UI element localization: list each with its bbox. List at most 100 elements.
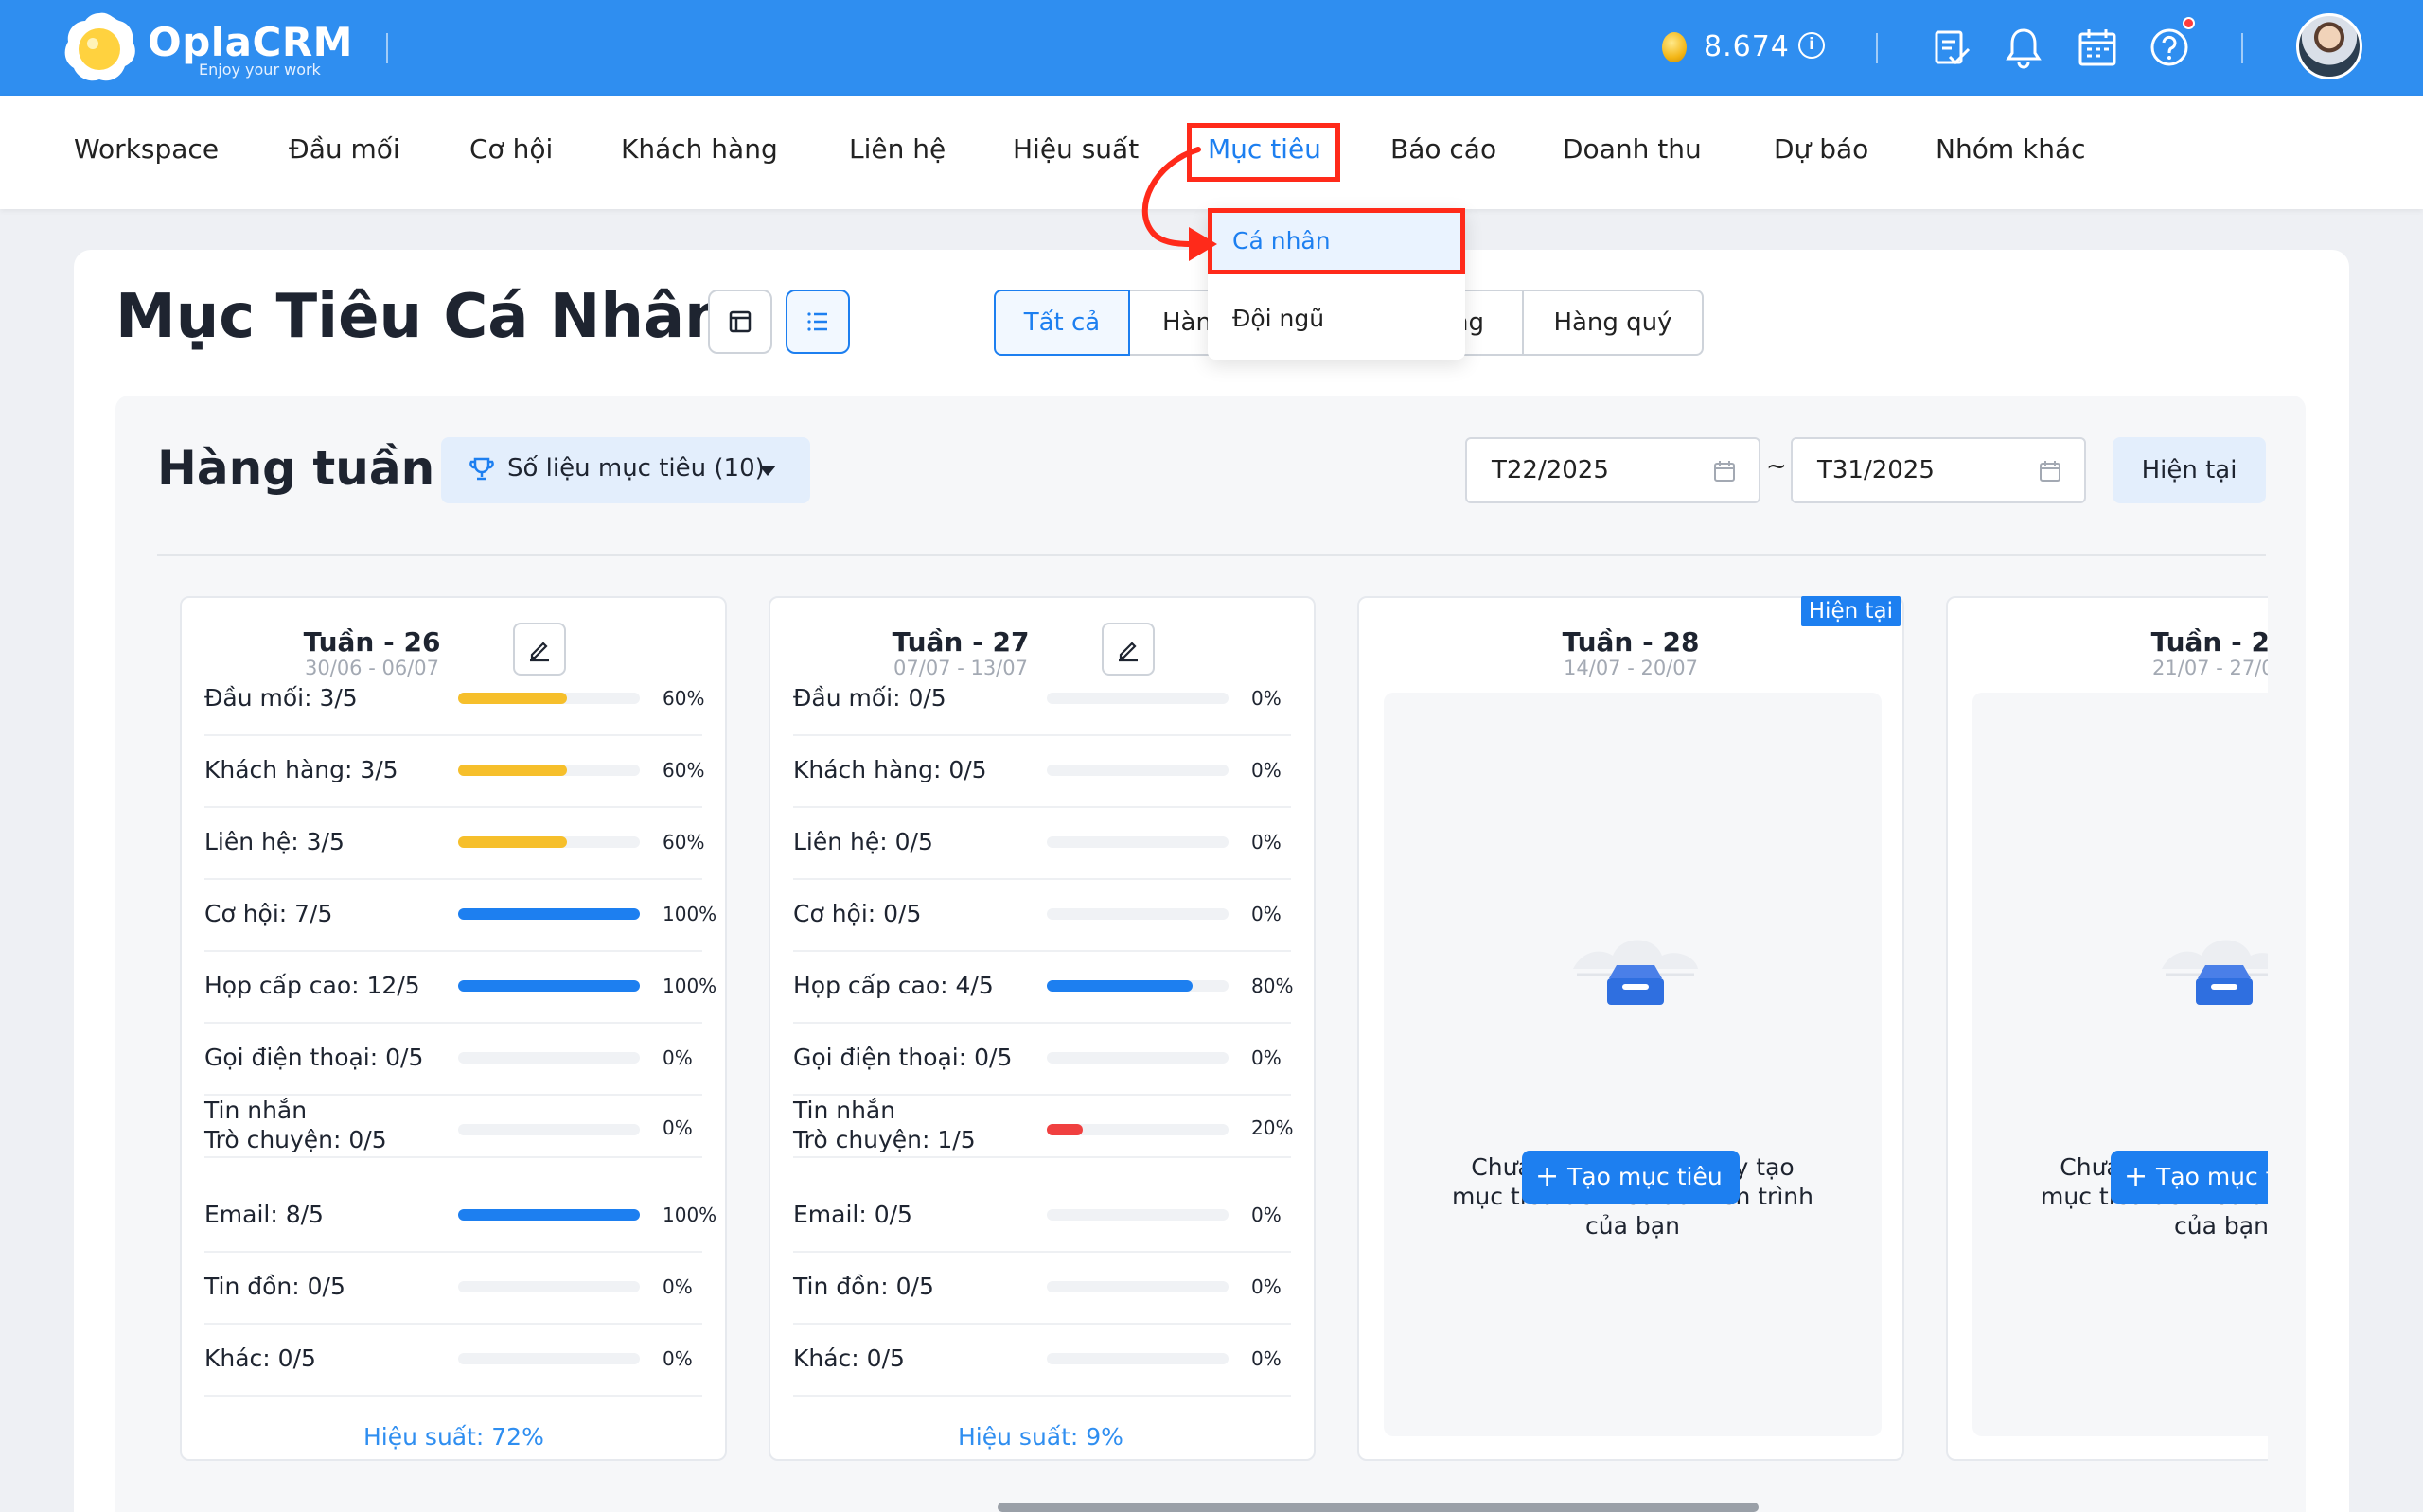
goal-progress-fill — [458, 693, 568, 704]
goal-percent: 0% — [1251, 903, 1282, 925]
calendar-icon — [2040, 461, 2060, 482]
nav-forecast[interactable]: Dự báo — [1774, 133, 1868, 165]
current-week-badge: Hiện tại — [1800, 596, 1901, 626]
goal-label: Tin đồn: 0/5 — [204, 1273, 345, 1300]
goal-row: Liên hệ: 0/5 0% — [793, 808, 1291, 880]
goal-row: Email: 0/5 0% — [793, 1181, 1291, 1253]
goal-label: Tin nhắn Trò chuyện: 1/5 — [793, 1097, 976, 1153]
info-icon[interactable]: i — [1798, 32, 1825, 59]
list-view-icon — [807, 312, 827, 331]
calendar-icon[interactable] — [2075, 25, 2120, 70]
week-card: Tuần - 29 21/07 - 27/07 Chưa đặt mục tiê… — [1946, 596, 2268, 1461]
goal-percent: 80% — [1251, 975, 1294, 997]
week-card-current: Hiện tại Tuần - 28 14/07 - 20/07 Chưa đặ… — [1357, 596, 1904, 1461]
nav-reports[interactable]: Báo cáo — [1390, 133, 1496, 165]
nav-performance[interactable]: Hiệu suất — [1013, 133, 1139, 165]
create-goal-button[interactable]: + Tạo mục tiêu — [2111, 1151, 2268, 1204]
user-avatar[interactable] — [2296, 13, 2362, 79]
goal-label: Gọi điện thoại: 0/5 — [793, 1044, 1013, 1071]
week-title: Tuần - 26 — [303, 626, 441, 658]
top-header: OplaCRM Enjoy your work 8.674 i — [0, 0, 2423, 96]
empty-state: Chưa đặt mục tiêu, hãy tạo mục tiêu để t… — [1972, 693, 2268, 1436]
empty-box-icon — [1573, 940, 1698, 1005]
board-view-button[interactable] — [708, 290, 772, 354]
plus-icon: + — [1535, 1160, 1560, 1193]
date-to-input[interactable]: T31/2025 — [1791, 437, 2086, 503]
create-goal-label: Tạo mục tiêu — [1567, 1163, 1723, 1190]
goal-label: Tin nhắn Trò chuyện: 0/5 — [204, 1097, 387, 1153]
segment-all[interactable]: Tất cả — [994, 290, 1130, 356]
goal-progress-bar — [458, 980, 640, 992]
page-title: Mục Tiêu Cá Nhân — [115, 282, 728, 352]
goal-progress-bar — [458, 693, 640, 704]
goal-progress-bar — [458, 1209, 640, 1221]
goal-metrics-dropdown[interactable]: Số liệu mục tiêu (10) — [441, 437, 810, 503]
goal-progress-bar — [458, 1052, 640, 1064]
section-divider — [157, 554, 2266, 556]
goal-label: Liên hệ: 3/5 — [204, 828, 345, 855]
goal-label: Khác: 0/5 — [793, 1345, 905, 1372]
goal-label: Khách hàng: 0/5 — [793, 756, 987, 783]
segment-quarterly[interactable]: Hàng quý — [1522, 290, 1704, 356]
goal-percent: 0% — [1251, 1275, 1282, 1298]
goal-label: Email: 8/5 — [204, 1201, 324, 1228]
nav-other-groups[interactable]: Nhóm khác — [1936, 133, 2086, 165]
horizontal-scrollbar[interactable] — [998, 1503, 1759, 1512]
chevron-down-icon — [759, 466, 776, 476]
date-from-input[interactable]: T22/2025 — [1465, 437, 1760, 503]
goal-row: Họp cấp cao: 12/5 100% — [204, 952, 716, 1024]
goal-row: Họp cấp cao: 4/5 80% — [793, 952, 1294, 1024]
goal-row: Gọi điện thoại: 0/5 0% — [793, 1024, 1291, 1096]
current-period-button[interactable]: Hiện tại — [2113, 437, 2266, 503]
calendar-icon — [1714, 461, 1735, 482]
nav-leads[interactable]: Đầu mối — [289, 133, 400, 165]
goal-percent: 0% — [1251, 1046, 1282, 1069]
week-performance: Hiệu suất: 9% — [958, 1423, 1123, 1450]
nav-revenue[interactable]: Doanh thu — [1563, 133, 1702, 165]
goal-label: Liên hệ: 0/5 — [793, 828, 933, 855]
goal-progress-bar — [458, 836, 640, 848]
nav-opportunities[interactable]: Cơ hội — [469, 133, 553, 165]
week-dates: 14/07 - 20/07 — [1564, 657, 1698, 679]
bell-icon[interactable] — [2001, 25, 2046, 70]
goal-percent: 20% — [1251, 1116, 1294, 1139]
goal-row: Đầu mối: 3/5 60% — [204, 664, 704, 736]
goal-row: Tin nhắn Trò chuyện: 1/5 20% — [793, 1096, 1294, 1158]
dropdown-item-team[interactable]: Đội ngũ — [1232, 305, 1324, 332]
goal-percent: 60% — [663, 759, 705, 782]
goal-row: Tin nhắn Trò chuyện: 0/5 0% — [204, 1096, 702, 1158]
goal-percent: 0% — [663, 1347, 693, 1370]
goal-percent: 0% — [663, 1116, 693, 1139]
goal-percent: 0% — [1251, 687, 1282, 710]
goal-percent: 0% — [1251, 831, 1282, 853]
help-icon[interactable] — [2147, 25, 2192, 70]
nav-workspace[interactable]: Workspace — [74, 133, 219, 165]
goal-progress-bar — [458, 1353, 640, 1364]
nav-customers[interactable]: Khách hàng — [621, 133, 778, 165]
board-view-icon — [729, 310, 752, 333]
checklist-icon[interactable] — [1929, 25, 1974, 70]
goal-row: Tin đồn: 0/5 0% — [793, 1253, 1291, 1325]
goal-progress-bar — [1047, 1209, 1229, 1221]
list-view-button[interactable] — [786, 290, 850, 354]
oplacrm-logo-icon[interactable] — [59, 8, 140, 89]
create-goal-button[interactable]: + Tạo mục tiêu — [1522, 1151, 1740, 1204]
week-card: Tuần - 27 07/07 - 13/07 Đầu mối: 0/5 0% Kh… — [769, 596, 1316, 1461]
week-dates: 21/07 - 27/07 — [2152, 657, 2268, 679]
goal-progress-fill — [1047, 980, 1193, 992]
goal-percent: 0% — [663, 1275, 693, 1298]
brand-name: OplaCRM — [148, 19, 353, 65]
week-cards-scroller[interactable]: Tuần - 26 30/06 - 06/07 Đầu mối: 3/5 60% K… — [157, 587, 2268, 1467]
goal-label: Tin đồn: 0/5 — [793, 1273, 934, 1300]
goal-progress-fill — [458, 765, 568, 776]
coin-icon — [1662, 32, 1687, 62]
goal-label: Khách hàng: 3/5 — [204, 756, 398, 783]
notification-dot — [2183, 17, 2195, 29]
goal-row: Tin đồn: 0/5 0% — [204, 1253, 702, 1325]
goal-label: Họp cấp cao: 12/5 — [204, 972, 420, 999]
goal-progress-bar — [1047, 1353, 1229, 1364]
goal-percent: 0% — [663, 1046, 693, 1069]
goal-percent: 100% — [663, 903, 717, 925]
goal-percent: 100% — [663, 975, 717, 997]
nav-contacts[interactable]: Liên hệ — [849, 133, 946, 165]
